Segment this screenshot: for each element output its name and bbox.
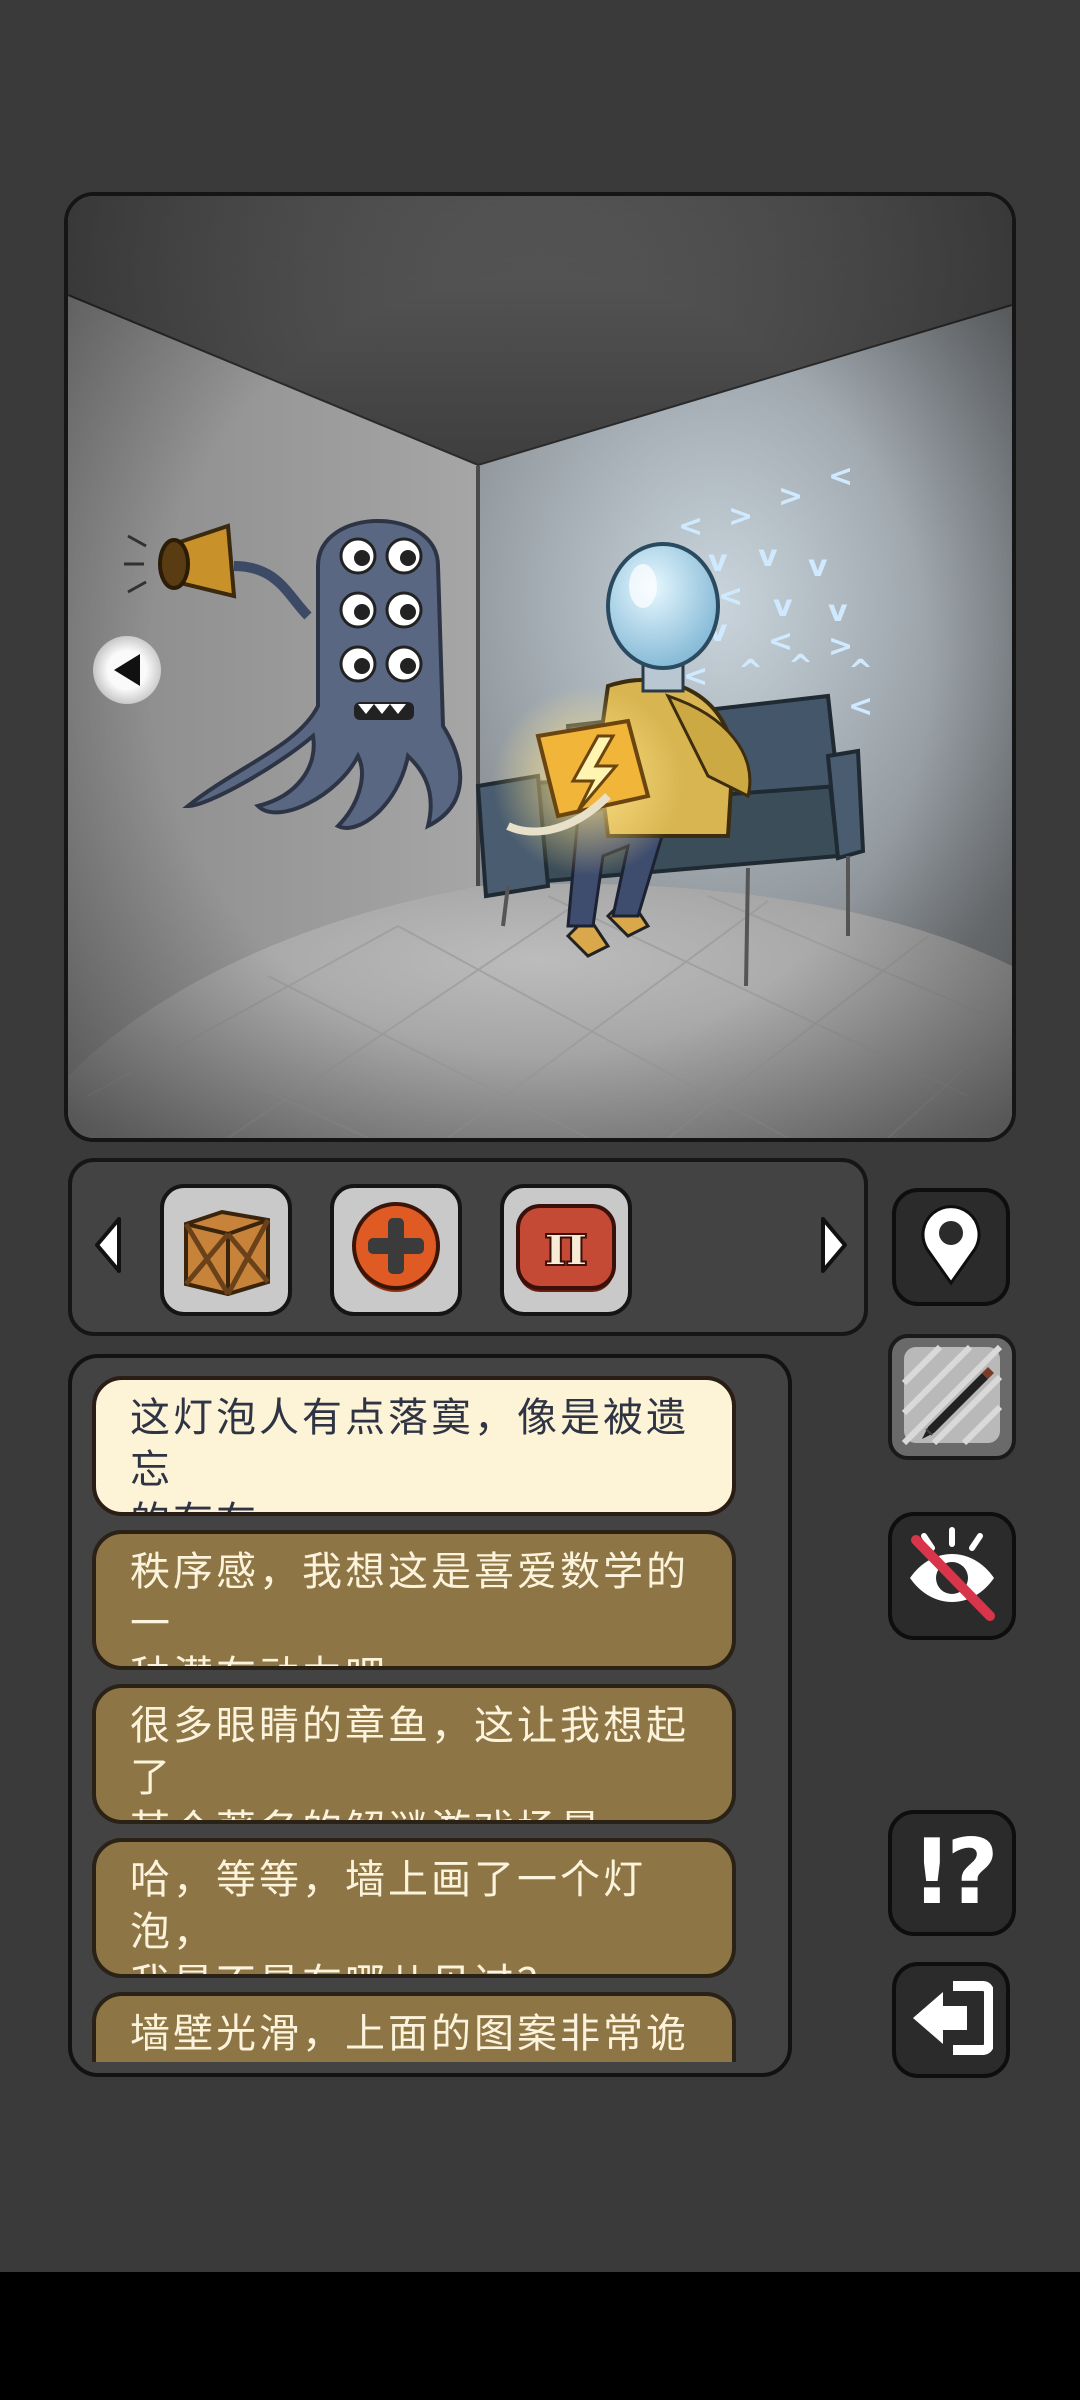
scene-left-arrow[interactable] <box>93 636 161 704</box>
inventory-slot-pi[interactable]: π <box>500 1184 632 1316</box>
exit-button[interactable] <box>892 1962 1010 2078</box>
dialog-option-line: 我是不是在哪儿见过？ <box>130 1958 704 1974</box>
inventory-left-arrow[interactable] <box>88 1217 128 1277</box>
pencil-icon <box>900 1343 1004 1451</box>
left-triangle-icon <box>110 652 144 688</box>
plus-button-icon <box>346 1198 446 1302</box>
dialog-option-line: 这灯泡人有点落寞，像是被遗忘 <box>130 1395 689 1493</box>
wooden-crate-icon <box>172 1194 280 1306</box>
exit-icon <box>909 1980 994 2060</box>
hide-view-button[interactable] <box>888 1512 1016 1640</box>
inventory-slot-crate[interactable] <box>160 1184 292 1316</box>
inventory-right-arrow[interactable] <box>814 1217 854 1277</box>
dialog-option-1[interactable]: 这灯泡人有点落寞，像是被遗忘 的存在。 <box>92 1376 736 1516</box>
dialog-option-line: 秩序感，我想这是喜爱数学的一 <box>130 1549 689 1647</box>
right-triangle-icon <box>819 1217 849 1277</box>
hint-button[interactable]: !? <box>888 1810 1016 1936</box>
pi-badge-icon: π <box>514 1202 618 1298</box>
dialog-option-line: 某个著名的解谜游戏场景。 <box>130 1804 704 1820</box>
hint-icon: !? <box>911 1820 998 1925</box>
map-button[interactable] <box>892 1188 1010 1306</box>
dialog-option-3[interactable]: 很多眼睛的章鱼，这让我想起了 某个著名的解谜游戏场景。 <box>92 1684 736 1824</box>
dialog-option-5[interactable]: 墙壁光滑，上面的图案非常诡 <box>92 1992 736 2062</box>
system-navigation-bar <box>0 2272 1080 2400</box>
inventory-slot-plus[interactable] <box>330 1184 462 1316</box>
notes-button[interactable] <box>888 1334 1016 1460</box>
dialog-options-list[interactable]: 这灯泡人有点落寞，像是被遗忘 的存在。 秩序感，我想这是喜爱数学的一 种潜在动力… <box>92 1376 736 2062</box>
dialog-option-line: 哈，等等，墙上画了一个灯泡， <box>130 1857 646 1955</box>
dialog-option-4[interactable]: 哈，等等，墙上画了一个灯泡， 我是不是在哪儿见过？ <box>92 1838 736 1978</box>
left-triangle-icon <box>93 1217 123 1277</box>
dialog-option-line: 的存在。 <box>130 1496 704 1512</box>
inventory-bar: π <box>68 1158 868 1336</box>
room-illustration: <>><<vvv><vvvv<><^^^< <box>68 196 1012 1138</box>
dialog-option-line: 墙壁光滑，上面的图案非常诡 <box>130 2011 689 2057</box>
game-scene[interactable]: <>><<vvv><vvvv<><^^^< <box>64 192 1016 1142</box>
dialog-option-2[interactable]: 秩序感，我想这是喜爱数学的一 种潜在动力吧。 <box>92 1530 736 1670</box>
pi-symbol: π <box>543 1209 589 1281</box>
dialog-option-line: 种潜在动力吧。 <box>130 1650 704 1666</box>
dialog-panel: 这灯泡人有点落寞，像是被遗忘 的存在。 秩序感，我想这是喜爱数学的一 种潜在动力… <box>68 1354 792 2077</box>
map-pin-icon <box>915 1203 987 1291</box>
eye-slash-icon <box>902 1526 1002 1626</box>
dialog-option-line: 很多眼睛的章鱼，这让我想起了 <box>130 1703 689 1801</box>
